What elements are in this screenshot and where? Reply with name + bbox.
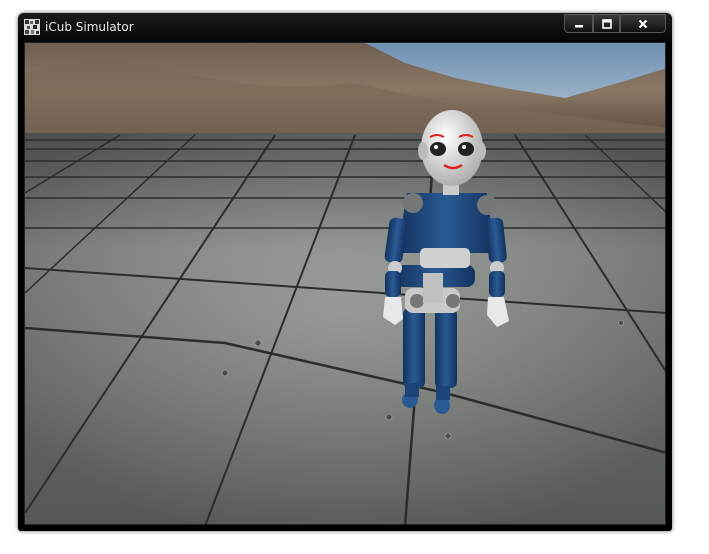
maximize-button[interactable] (593, 14, 620, 33)
close-icon (638, 19, 648, 28)
title-bar[interactable]: iCub Simulator (18, 13, 672, 42)
close-button[interactable] (620, 14, 666, 33)
minimize-button[interactable] (564, 14, 593, 33)
maximize-icon (601, 18, 612, 29)
simulation-viewport[interactable] (24, 42, 666, 525)
window-title: iCub Simulator (45, 20, 134, 34)
simulator-window: iCub Simulator (18, 13, 672, 531)
scene-render (25, 43, 665, 524)
minimize-icon (574, 24, 583, 27)
app-icon (24, 19, 40, 35)
